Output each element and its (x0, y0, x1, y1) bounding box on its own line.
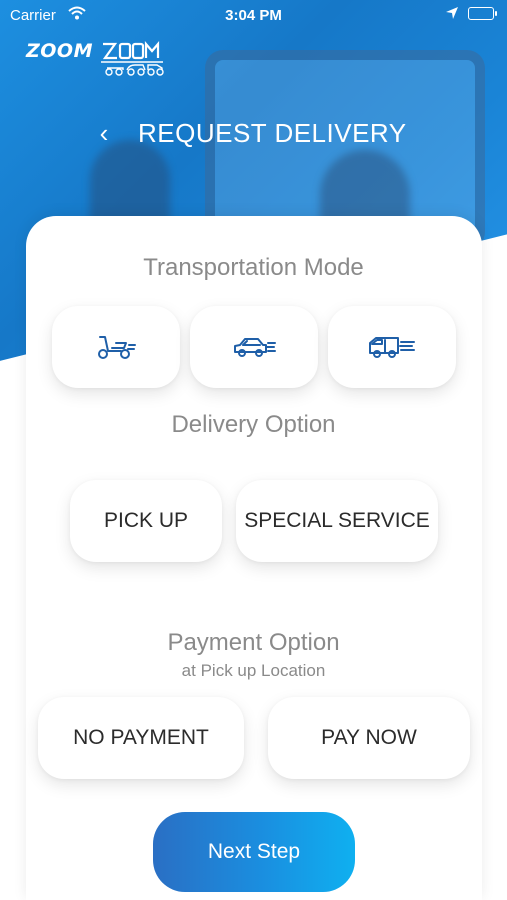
delivery-option-pick-up[interactable]: PICK UP (70, 480, 222, 562)
van-icon (368, 334, 416, 360)
page-header: ‹ REQUEST DELIVERY (0, 112, 507, 156)
transportation-mode-title: Transportation Mode (143, 254, 364, 281)
page-title: REQUEST DELIVERY (138, 118, 407, 148)
delivery-option-special-service[interactable]: SPECIAL SERVICE (236, 480, 438, 562)
next-step-button[interactable]: Next Step (153, 812, 355, 892)
payment-option-title: Payment Option (167, 629, 340, 656)
delivery-option-label: PICK UP (103, 509, 189, 532)
payment-option-label: NO PAYMENT (73, 726, 209, 749)
transport-mode-car[interactable] (190, 306, 318, 388)
logo-mark-icon (99, 40, 165, 83)
payment-option-subtitle: at Pick up Location (181, 661, 326, 680)
transport-mode-van[interactable] (328, 306, 456, 388)
next-step-label: Next Step (207, 840, 301, 863)
payment-option-no-payment[interactable]: NO PAYMENT (38, 697, 244, 779)
location-arrow-icon (445, 6, 459, 24)
delivery-option-title: Delivery Option (171, 411, 336, 438)
logo-wordmark: ZOOM (26, 40, 93, 62)
payment-option-label: PAY NOW (321, 726, 417, 749)
clock: 3:04 PM (225, 7, 282, 24)
zoom-logo: ZOOM (26, 40, 165, 83)
transport-mode-scooter[interactable] (52, 306, 180, 388)
status-bar: Carrier 3:04 PM (0, 0, 507, 30)
delivery-option-label: SPECIAL SERVICE (244, 509, 430, 532)
battery-icon (468, 7, 497, 20)
back-chevron-icon[interactable]: ‹ (90, 116, 118, 150)
scooter-icon (96, 334, 136, 360)
car-icon (232, 335, 276, 359)
payment-option-pay-now[interactable]: PAY NOW (268, 697, 470, 779)
